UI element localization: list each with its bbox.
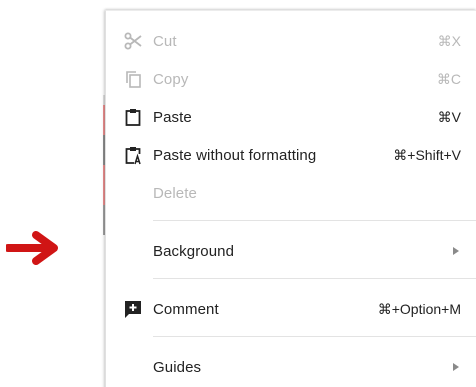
menu-item-copy[interactable]: Copy ⌘C: [106, 61, 476, 97]
submenu-arrow-icon: [453, 363, 459, 371]
menu-item-shortcut: ⌘+Option+M: [377, 300, 461, 317]
screen: Cut ⌘X Copy ⌘C Paste ⌘V Paste without fo…: [0, 0, 476, 387]
clipboard-icon: [122, 106, 144, 128]
add-comment-icon: [122, 298, 144, 320]
menu-item-shortcut: ⌘C: [436, 70, 461, 87]
menu-item-paste-without-formatting[interactable]: Paste without formatting ⌘+Shift+V: [106, 137, 476, 173]
menu-item-label: Background: [153, 242, 235, 260]
menu-item-paste[interactable]: Paste ⌘V: [106, 99, 476, 135]
menu-item-shortcut: ⌘V: [437, 108, 461, 125]
red-arrow-icon: [6, 231, 58, 265]
menu-item-label: Comment: [153, 300, 219, 318]
menu-item-shortcut: ⌘+Shift+V: [393, 146, 461, 163]
menu-item-label: Paste without formatting: [153, 146, 317, 164]
menu-item-shortcut: ⌘X: [437, 32, 461, 49]
menu-item-label: Cut: [153, 32, 177, 50]
menu-separator: [153, 336, 476, 337]
menu-item-comment[interactable]: Comment ⌘+Option+M: [106, 291, 476, 327]
menu-item-label: Delete: [153, 184, 197, 202]
menu-item-label: Paste: [153, 108, 192, 126]
copy-icon: [122, 68, 144, 90]
clipboard-text-icon: [122, 144, 144, 166]
context-menu: Cut ⌘X Copy ⌘C Paste ⌘V Paste without fo…: [105, 10, 476, 387]
scissors-icon: [122, 30, 144, 52]
menu-item-guides[interactable]: Guides: [106, 349, 476, 385]
submenu-arrow-icon: [453, 247, 459, 255]
menu-item-label: Copy: [153, 70, 189, 88]
menu-item-delete[interactable]: Delete: [106, 175, 476, 211]
menu-separator: [153, 220, 476, 221]
menu-item-cut[interactable]: Cut ⌘X: [106, 23, 476, 59]
menu-separator: [153, 278, 476, 279]
menu-item-background[interactable]: Background: [106, 233, 476, 269]
menu-item-label: Guides: [153, 358, 202, 376]
